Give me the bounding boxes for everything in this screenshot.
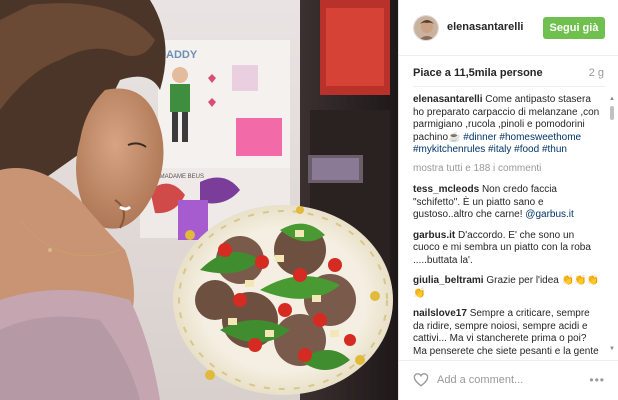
- comment-item: nailslove17 Sempre a criticare, sempre d…: [413, 308, 603, 356]
- comments-list[interactable]: elenasantarelli Come antipasto stasera h…: [413, 94, 603, 356]
- comment-item: tess_mcleods Non credo faccia "schifetto…: [413, 184, 603, 222]
- avatar[interactable]: [413, 15, 439, 41]
- scroll-down-icon[interactable]: ▼: [609, 346, 615, 352]
- likes-count[interactable]: Piace a 11,5mila persone: [413, 67, 543, 79]
- comments-scrollbar[interactable]: ▲ ▼: [609, 94, 615, 356]
- comment-mention[interactable]: @garbus.it: [525, 209, 574, 220]
- add-comment-input[interactable]: [437, 371, 587, 389]
- post-photo[interactable]: ADDY BE MADAME BEUS: [0, 0, 398, 400]
- post-footer: •••: [399, 360, 618, 400]
- scrollbar-thumb[interactable]: [610, 106, 614, 120]
- comment-username[interactable]: giulia_beltrami: [413, 275, 484, 286]
- caption: elenasantarelli Come antipasto stasera h…: [413, 94, 603, 157]
- post-details-panel: elenasantarelli Segui già Piace a 11,5mi…: [398, 0, 618, 400]
- post-author-username[interactable]: elenasantarelli: [447, 21, 523, 33]
- more-options-icon[interactable]: •••: [589, 373, 605, 387]
- follow-button[interactable]: Segui già: [543, 17, 605, 39]
- comment-username[interactable]: tess_mcleods: [413, 184, 479, 195]
- comment-item: garbus.it D'accordo. E' che sono un cuoc…: [413, 230, 603, 268]
- divider: [413, 86, 605, 87]
- comment-item: giulia_beltrami Grazie per l'idea 👏👏👏👏: [413, 275, 603, 300]
- heart-outline-icon[interactable]: [413, 372, 429, 387]
- comment-username[interactable]: garbus.it: [413, 230, 455, 241]
- comment-username[interactable]: nailslove17: [413, 308, 467, 319]
- drawing-caption: ADDY: [166, 49, 198, 61]
- caption-username[interactable]: elenasantarelli: [413, 94, 482, 105]
- avatar-image: [414, 16, 438, 40]
- post-header: elenasantarelli Segui già: [399, 0, 618, 56]
- photo-illustration: ADDY BE MADAME BEUS: [0, 0, 398, 400]
- post-age: 2 g: [588, 67, 604, 79]
- load-more-comments[interactable]: mostra tutti e 188 i commenti: [413, 163, 603, 176]
- scroll-up-icon[interactable]: ▲: [609, 96, 615, 102]
